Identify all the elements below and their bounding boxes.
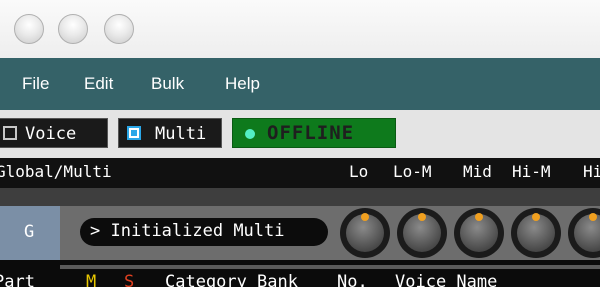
status-dot-icon bbox=[245, 129, 255, 139]
voice-checkbox-icon bbox=[3, 126, 17, 140]
multi-mode-button[interactable]: Multi bbox=[118, 118, 222, 148]
eq-mid-knob[interactable] bbox=[454, 208, 504, 258]
voice-mode-button[interactable]: Voice bbox=[0, 118, 108, 148]
divider bbox=[0, 188, 600, 206]
section-title: Global/Multi bbox=[0, 162, 112, 181]
multi-mode-label: Multi bbox=[155, 124, 207, 144]
eq-hi-m-label: Hi-M bbox=[512, 162, 551, 181]
global-label: G bbox=[24, 222, 35, 242]
menu-help[interactable]: Help bbox=[225, 74, 260, 94]
eq-lo-label: Lo bbox=[349, 162, 369, 181]
menu-bar: File Edit Bulk Help bbox=[0, 58, 600, 110]
section-header: Global/Multi Lo Lo-M Mid Hi-M Hi bbox=[0, 158, 600, 188]
mode-bar: Voice Multi OFFLINE bbox=[0, 110, 600, 158]
multi-checkbox-icon bbox=[127, 126, 141, 140]
part-column-header: Part M S Category Bank No. Voice Name bbox=[0, 260, 600, 292]
eq-mid-label: Mid bbox=[463, 162, 492, 181]
eq-lo-m-knob[interactable] bbox=[397, 208, 447, 258]
offline-status-button[interactable]: OFFLINE bbox=[232, 118, 396, 148]
part-column-label: Part bbox=[0, 272, 35, 292]
global-cell[interactable]: G bbox=[0, 206, 60, 260]
column-divider bbox=[60, 265, 600, 269]
offline-status-label: OFFLINE bbox=[267, 122, 355, 144]
expand-arrow-icon: > bbox=[90, 221, 101, 241]
multi-name-field[interactable]: > Initialized Multi bbox=[80, 218, 328, 246]
title-bar bbox=[0, 0, 600, 58]
bank-column-label: Bank bbox=[257, 272, 298, 292]
eq-hi-knob[interactable] bbox=[568, 208, 600, 258]
eq-hi-label: Hi bbox=[583, 162, 600, 181]
voice-name-column-label: Voice Name bbox=[395, 272, 498, 292]
close-window-button[interactable] bbox=[14, 14, 44, 44]
menu-file[interactable]: File bbox=[22, 74, 49, 94]
multi-name-value: Initialized Multi bbox=[110, 221, 285, 241]
solo-column-label: S bbox=[124, 272, 135, 292]
menu-bulk[interactable]: Bulk bbox=[151, 74, 184, 94]
knob-indicator-icon bbox=[418, 213, 426, 221]
knob-icon bbox=[574, 214, 600, 252]
minimize-window-button[interactable] bbox=[58, 14, 88, 44]
zoom-window-button[interactable] bbox=[104, 14, 134, 44]
multi-row: G > Initialized Multi bbox=[0, 206, 600, 260]
voice-mode-label: Voice bbox=[25, 124, 77, 144]
eq-lo-knob[interactable] bbox=[340, 208, 390, 258]
number-column-label: No. bbox=[337, 272, 368, 292]
category-column-label: Category bbox=[165, 272, 247, 292]
eq-hi-m-knob[interactable] bbox=[511, 208, 561, 258]
knob-indicator-icon bbox=[475, 213, 483, 221]
menu-edit[interactable]: Edit bbox=[84, 74, 113, 94]
knob-indicator-icon bbox=[589, 213, 597, 221]
eq-lo-m-label: Lo-M bbox=[393, 162, 432, 181]
mute-column-label: M bbox=[86, 272, 97, 292]
knob-indicator-icon bbox=[532, 213, 540, 221]
knob-indicator-icon bbox=[361, 213, 369, 221]
